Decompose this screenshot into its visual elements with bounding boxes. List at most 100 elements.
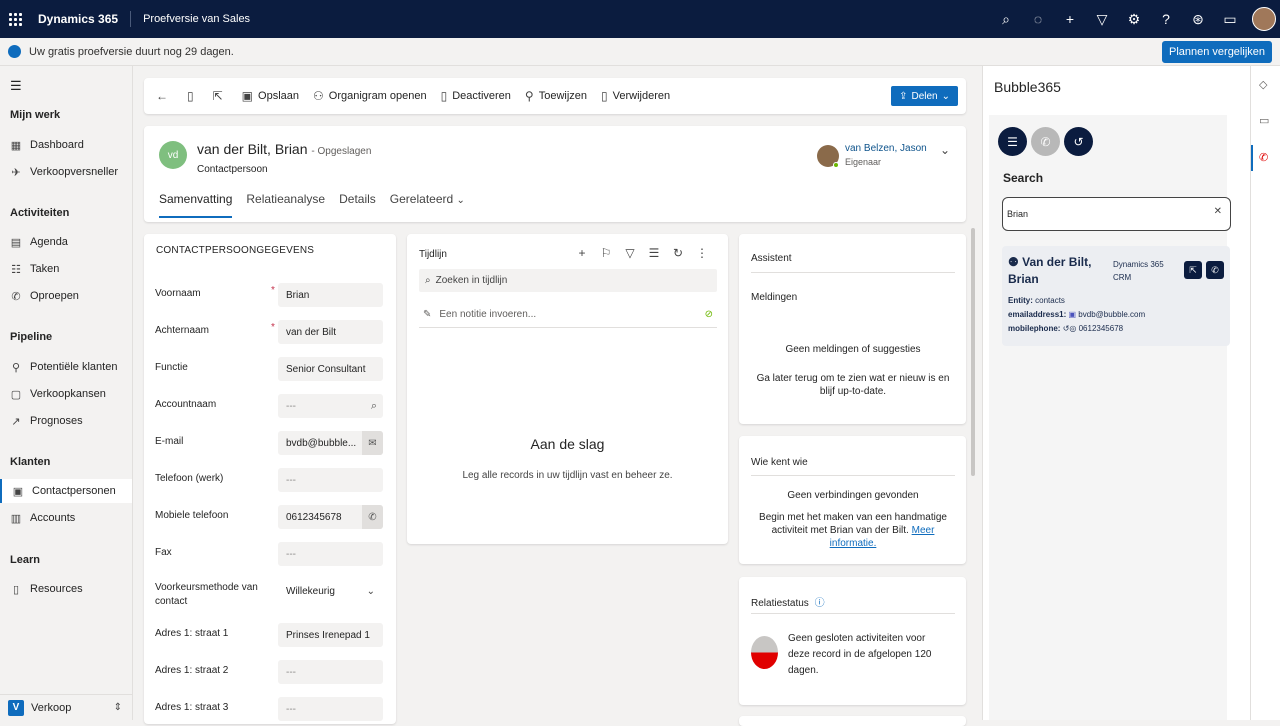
user-avatar[interactable] — [1252, 7, 1276, 31]
street1-field[interactable]: Prinses Irenepad 1 — [278, 623, 383, 647]
note-input[interactable]: ✎ Een notitie invoeren... ⊘ — [419, 302, 717, 328]
email-field[interactable]: bvdb@bubble... ✉ — [278, 431, 383, 455]
plus-icon[interactable]: + — [570, 246, 594, 260]
open-new-window-button[interactable]: ⇱ — [206, 78, 235, 114]
search-result-card[interactable]: ⚉ Van der Bilt, Brian Dynamics 365 CRM ⇱… — [1002, 246, 1230, 346]
field-label: Achternaam — [155, 325, 209, 336]
street3-field[interactable]: --- — [278, 697, 383, 721]
lightbulb-icon[interactable]: ◌ — [1022, 0, 1054, 38]
preferred-contact-select[interactable]: Willekeurig ⌄ — [278, 579, 383, 603]
search-icon[interactable]: ⌕ — [990, 0, 1022, 38]
sidebar-item-prognoses[interactable]: ↗ Prognoses — [0, 409, 132, 433]
filter-icon[interactable]: ▽ — [1086, 0, 1118, 38]
teams-icon[interactable]: ▣ — [1069, 310, 1077, 319]
sidebar-item-potentiele-klanten[interactable]: ⚲ Potentiële klanten — [0, 355, 132, 379]
sidebar-item-contactpersonen[interactable]: ▣ Contactpersonen — [0, 479, 132, 503]
org-chart-button[interactable]: ⚇ Organigram openen — [306, 78, 434, 114]
area-badge: V — [8, 699, 24, 716]
hamburger-menu-icon[interactable]: ☰ — [10, 78, 22, 94]
street2-field[interactable]: --- — [278, 660, 383, 684]
contact-details-section: CONTACTPERSOONGEGEVENS Voornaam * Brian … — [144, 234, 396, 724]
menu-icon[interactable]: ☰ — [998, 127, 1027, 156]
sidebar-item-taken[interactable]: ☷ Taken — [0, 257, 132, 281]
assistant-empty-desc: Ga later terug om te zien wat er nieuw i… — [756, 373, 950, 397]
accountname-field[interactable]: --- ⌕ — [278, 394, 383, 418]
phone-value[interactable]: 0612345678 — [1079, 324, 1124, 333]
record-entity-type: Contactpersoon — [197, 164, 268, 175]
field-label: Telefoon (werk) — [155, 473, 224, 484]
bubble-search-input[interactable]: Brian ✕ — [1002, 197, 1231, 231]
bookmark-icon[interactable]: ⚐ — [594, 246, 618, 260]
field-label: Adres 1: straat 2 — [155, 665, 229, 676]
save-button[interactable]: ▣ Opslaan — [235, 78, 306, 114]
gear-icon[interactable]: ⚙ — [1118, 0, 1150, 38]
sidebar-item-dashboard[interactable]: ▦ Dashboard — [0, 133, 132, 157]
mail-icon[interactable]: ✉ — [362, 431, 383, 455]
tab-samenvatting[interactable]: Samenvatting — [159, 192, 233, 218]
info-icon[interactable]: ⓘ — [815, 598, 825, 609]
sidebar-item-accounts[interactable]: ▥ Accounts — [0, 506, 132, 530]
sidebar-item-resources[interactable]: ▯ Resources — [0, 577, 132, 601]
app-launcher-icon[interactable] — [0, 0, 30, 38]
share-button[interactable]: ⇪ Delen ⌄ — [891, 86, 958, 106]
delete-button[interactable]: ▯ Verwijderen — [594, 78, 677, 114]
puzzle-icon[interactable]: ◇ — [1259, 78, 1267, 91]
email-value[interactable]: bvdb@bubble.com — [1078, 310, 1145, 319]
filter-icon[interactable]: ▽ — [618, 246, 642, 260]
sidebar-item-verkoopversneller[interactable]: ✈ Verkoopversneller — [0, 160, 132, 184]
trial-text: Uw gratis proefversie duurt nog 29 dagen… — [29, 45, 234, 58]
expand-header-chevron-icon[interactable]: ⌄ — [940, 143, 950, 157]
phone-icon[interactable]: ✆ — [362, 505, 383, 529]
help-icon[interactable]: ? — [1150, 0, 1182, 38]
owner-role: Eigenaar — [845, 157, 882, 167]
section-title: Pipeline — [10, 331, 53, 343]
history-icon[interactable]: ↺ — [1064, 127, 1093, 156]
chat-icon[interactable]: ▭ — [1214, 0, 1246, 38]
call-icon[interactable]: ✆ — [1206, 261, 1224, 279]
jobtitle-field[interactable]: Senior Consultant — [278, 357, 383, 381]
form-view-button[interactable]: ▯ — [180, 78, 206, 114]
chat-icon[interactable]: ▭ — [1259, 114, 1269, 127]
command-bar: ← ▯ ⇱ ▣ Opslaan ⚇ Organigram openen ▯ Deact… — [144, 78, 966, 114]
compare-plans-button[interactable]: Plannen vergelijken — [1161, 41, 1272, 63]
deactivate-button[interactable]: ▯ Deactiveren — [434, 78, 518, 114]
sort-icon[interactable]: ☰ — [642, 246, 666, 260]
owner-name-link[interactable]: van Belzen, Jason — [845, 143, 927, 154]
tab-details[interactable]: Details — [339, 192, 376, 218]
main-scrollbar[interactable] — [971, 228, 975, 476]
firstname-field[interactable]: Brian — [278, 283, 383, 307]
brand-name[interactable]: Dynamics 365 — [38, 11, 132, 27]
relationship-desc: Geen gesloten activiteiten voor deze rec… — [788, 633, 932, 676]
app-name[interactable]: Proefversie van Sales — [143, 13, 250, 25]
sidebar-item-verkoopkansen[interactable]: ▢ Verkoopkansen — [0, 382, 132, 406]
record-tabs: Samenvatting Relatieanalyse Details Gere… — [159, 192, 479, 218]
back-button[interactable]: ← — [144, 78, 180, 114]
phone-icon[interactable]: ✆ — [1031, 127, 1060, 156]
work-phone-field[interactable]: --- — [278, 468, 383, 492]
copilot-icon[interactable]: ⊛ — [1182, 0, 1214, 38]
refresh-icon[interactable]: ↻ — [666, 246, 690, 260]
attachment-icon[interactable]: ⊘ — [705, 309, 713, 320]
mobile-phone-field[interactable]: 0612345678 ✆ — [278, 505, 383, 529]
area-switcher[interactable]: V Verkoop ⇕ — [0, 694, 132, 720]
open-record-icon[interactable]: ⇱ — [1184, 261, 1202, 279]
plus-icon[interactable]: + — [1054, 0, 1086, 38]
clear-icon[interactable]: ✕ — [1214, 206, 1222, 217]
timeline-search-input[interactable]: ⌕ Zoeken in tijdlijn — [419, 269, 717, 292]
field-label: Voorkeursmethode van contact — [155, 582, 258, 607]
result-name[interactable]: ⚉ Van der Bilt, Brian — [1008, 254, 1108, 288]
sidebar-item-agenda[interactable]: ▤ Agenda — [0, 230, 132, 254]
tab-relatieanalyse[interactable]: Relatieanalyse — [246, 192, 325, 218]
field-label: Fax — [155, 547, 172, 558]
whatsapp-icon[interactable]: ◎ — [1069, 324, 1076, 333]
bubble365-app-icon[interactable]: ✆ — [1259, 151, 1268, 164]
more-options-icon[interactable]: ⋮ — [690, 246, 714, 260]
person-icon: ⚉ — [1008, 255, 1019, 269]
sidebar-item-oproepen[interactable]: ✆ Oproepen — [0, 284, 132, 308]
assign-button[interactable]: ⚲ Toewijzen — [518, 78, 594, 114]
record-name: van der Bilt, Brian — [197, 141, 308, 157]
search-icon[interactable]: ⌕ — [371, 400, 377, 413]
fax-field[interactable]: --- — [278, 542, 383, 566]
lastname-field[interactable]: van der Bilt — [278, 320, 383, 344]
tab-gerelateerd[interactable]: Gerelateerd ⌄ — [390, 192, 465, 218]
